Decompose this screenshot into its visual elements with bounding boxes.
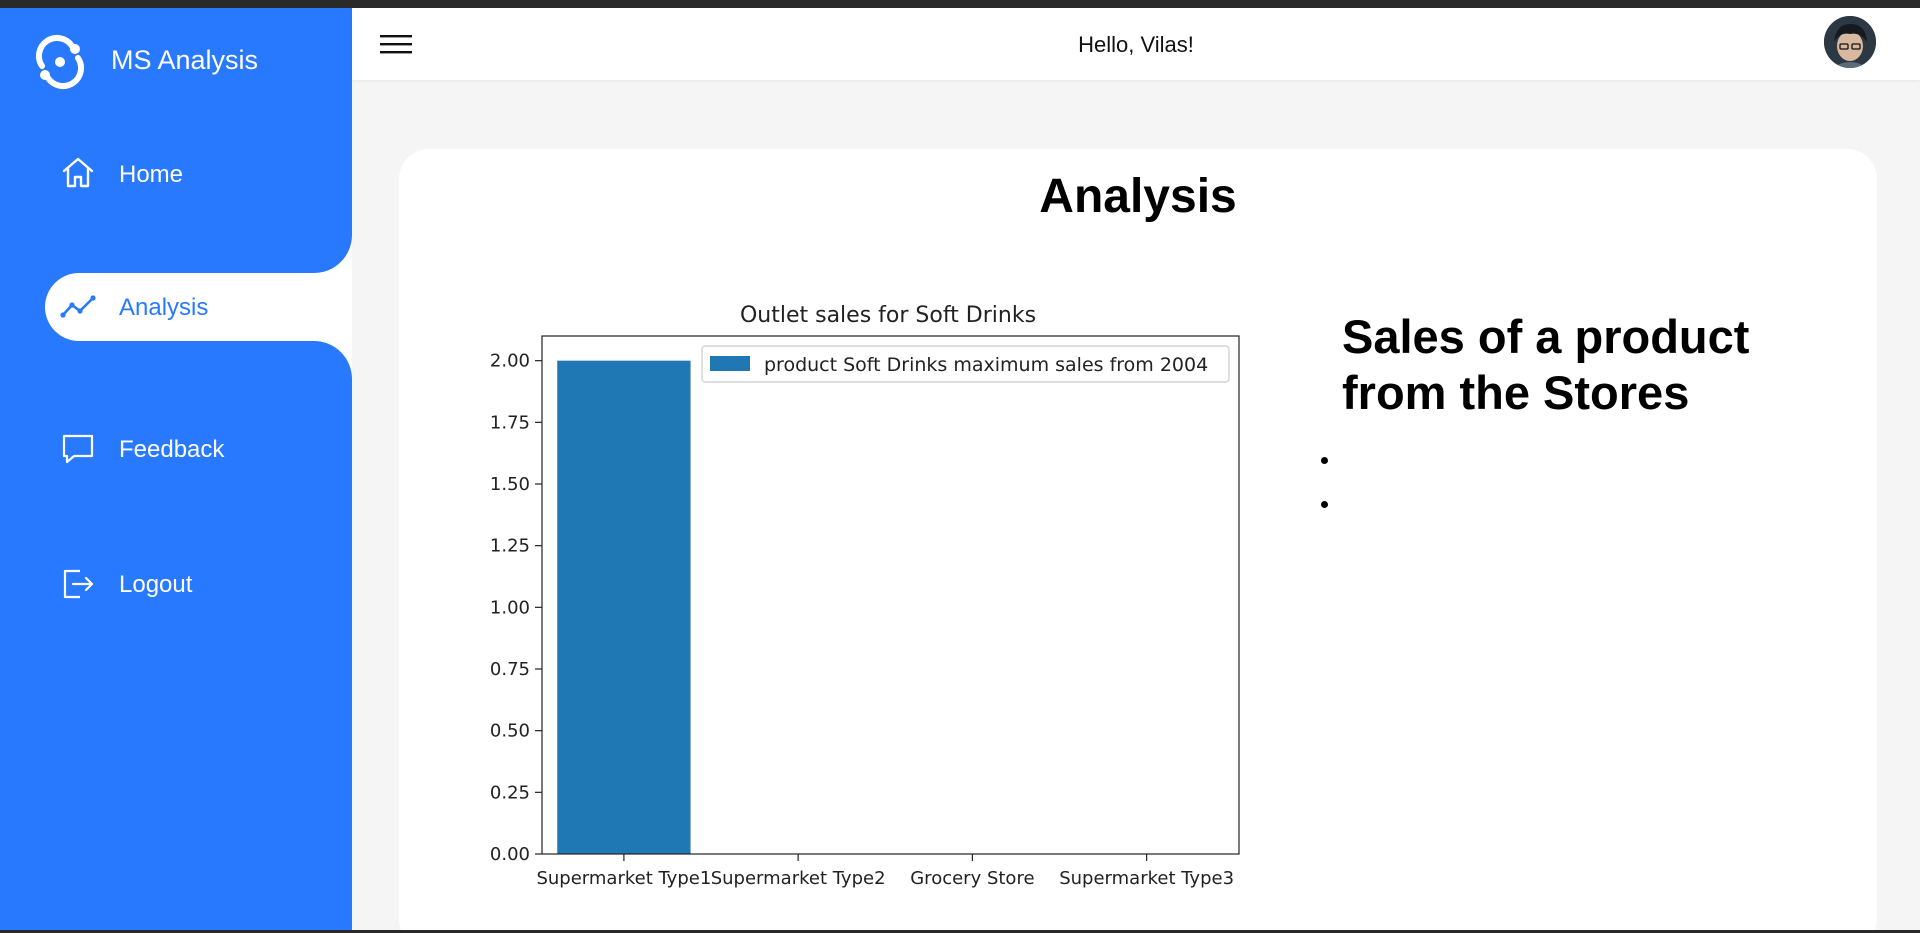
- sidebar-lower: Feedback Logout: [0, 341, 352, 930]
- bar: [557, 360, 691, 854]
- avatar-image: [1824, 16, 1876, 68]
- x-axis: Supermarket Type1 Supermarket Type2 Grocer…: [536, 854, 1234, 889]
- chart-svg: Outlet sales for Soft Drinks 0.00 0.25 0.5…: [490, 303, 1240, 889]
- side-bullet-list: [1321, 439, 1521, 527]
- logout-icon: [63, 569, 94, 599]
- home-icon: [62, 157, 94, 188]
- brand-name: MS Analysis: [111, 45, 259, 75]
- x-tick-label: Supermarket Type3: [1059, 868, 1234, 889]
- y-tick-label: 2.00: [490, 351, 530, 372]
- top-header: Hello, Vilas!: [352, 8, 1920, 80]
- sidebar-item-analysis[interactable]: Analysis: [45, 273, 352, 341]
- chat-bubble-icon: [62, 434, 94, 464]
- y-tick-label: 0.25: [490, 782, 530, 803]
- legend-label: product Soft Drinks maximum sales from 2…: [764, 354, 1208, 376]
- chart-legend: product Soft Drinks maximum sales from 2…: [701, 345, 1230, 383]
- sidebar-item-logout[interactable]: Logout: [0, 556, 352, 616]
- brand[interactable]: MS Analysis: [0, 8, 352, 118]
- x-tick-label: Supermarket Type1: [536, 868, 711, 889]
- y-tick-label: 0.00: [490, 844, 530, 865]
- sidebar-item-label: Analysis: [119, 294, 209, 321]
- greeting-text: Hello, Vilas!: [1078, 32, 1194, 57]
- sidebar-item-feedback[interactable]: Feedback: [0, 421, 352, 481]
- trend-line-icon: [60, 295, 96, 318]
- bars: [557, 360, 691, 854]
- page-title: Analysis: [1039, 170, 1237, 223]
- list-item: [1321, 439, 1521, 483]
- y-tick-label: 1.25: [490, 536, 530, 557]
- y-tick-label: 1.00: [490, 597, 530, 618]
- analysis-card: Analysis Outlet sales for Soft Drinks 0.…: [399, 149, 1877, 930]
- circular-arrows-logo-icon: [35, 35, 85, 89]
- sidebar-item-label: Feedback: [119, 436, 225, 463]
- sidebar-item-label: Home: [119, 161, 184, 188]
- x-tick-label: Grocery Store: [910, 868, 1034, 889]
- y-tick-label: 0.75: [490, 659, 530, 680]
- side-heading: Sales of a product from the Stores: [1342, 310, 1750, 419]
- sidebar-item-label: Logout: [119, 571, 193, 598]
- chart-title: Outlet sales for Soft Drinks: [740, 303, 1036, 328]
- sidebar-item-home[interactable]: Home: [0, 118, 352, 273]
- x-tick-label: Supermarket Type2: [711, 868, 886, 889]
- app-window: MS Analysis Home Analysis Feedback Logou…: [0, 8, 1920, 930]
- y-tick-label: 1.50: [490, 474, 530, 495]
- y-axis: 0.00 0.25 0.50 0.75 1.00 1.25 1.50 1.75 2.00: [490, 351, 542, 865]
- user-avatar[interactable]: [1824, 16, 1876, 68]
- list-item: [1321, 483, 1521, 527]
- sales-chart: Outlet sales for Soft Drinks 0.00 0.25 0.5…: [439, 299, 1259, 919]
- sidebar: MS Analysis Home Analysis Feedback Logou…: [0, 8, 352, 930]
- y-tick-label: 1.75: [490, 412, 530, 433]
- legend-swatch: [710, 356, 750, 371]
- y-tick-label: 0.50: [490, 721, 530, 742]
